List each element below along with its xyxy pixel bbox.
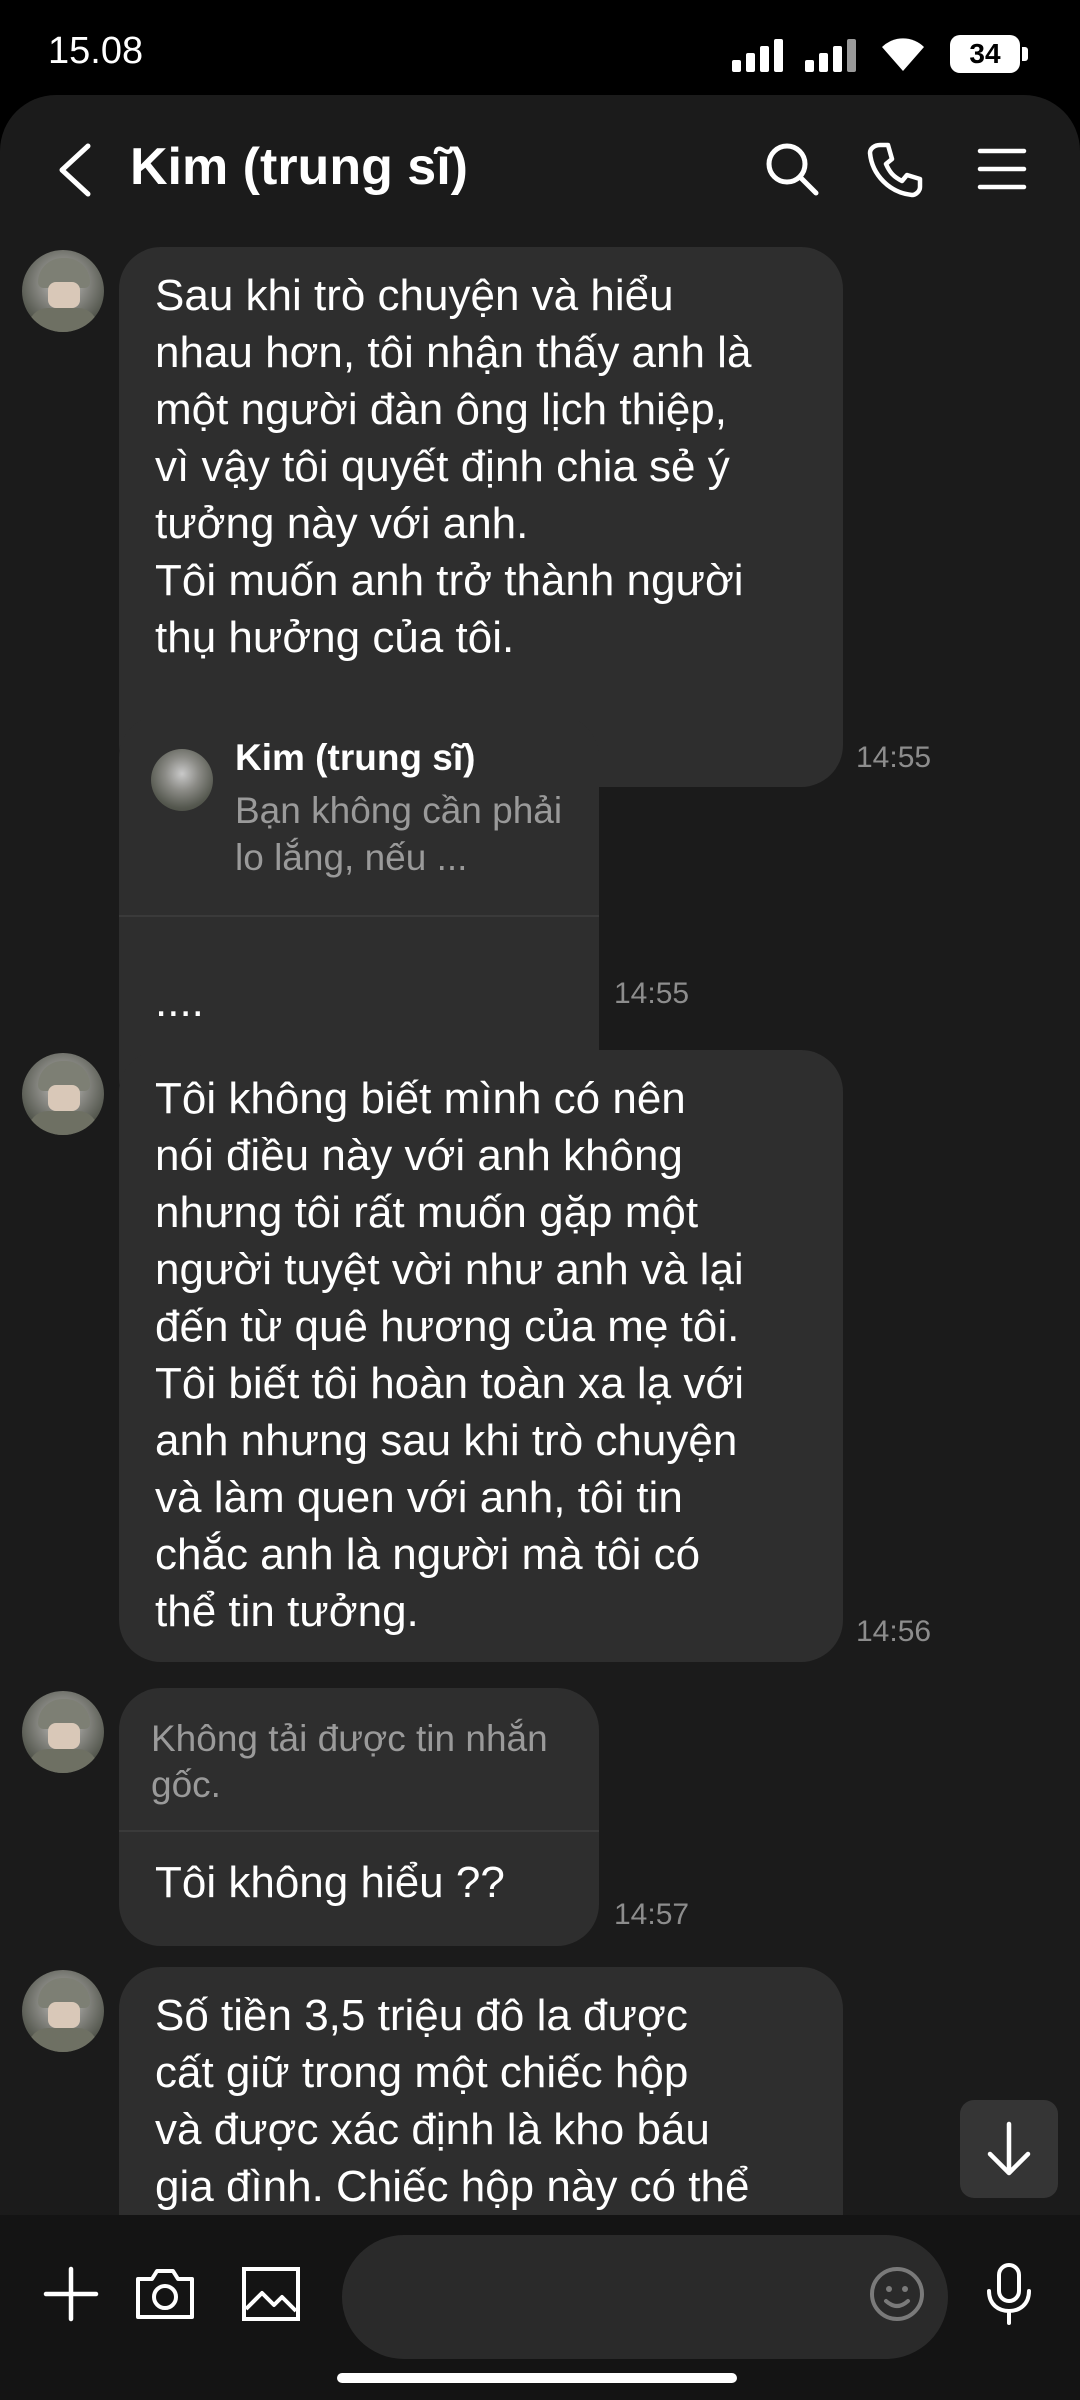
message-text: Sau khi trò chuyện và hiểu nhau hơn, tôi…: [155, 271, 752, 662]
message-text: Tôi không biết mình có nên nói điều này …: [155, 1074, 744, 1636]
message-text: Số tiền 3,5 triệu đô la được cất giữ tro…: [155, 1991, 750, 2211]
message-time: 14:56: [856, 1615, 932, 1648]
quote-sender-name: Kim (trung sĩ): [235, 737, 476, 778]
gallery-button[interactable]: [236, 2259, 306, 2329]
message-time: 14:57: [614, 1898, 690, 1931]
status-icons: 34: [732, 30, 1028, 78]
reply-bubble[interactable]: Không tải được tin nhắn gốc. Tôi không h…: [119, 1688, 599, 1946]
message-time: 14:55: [614, 977, 690, 1010]
home-indicator[interactable]: [337, 2373, 737, 2383]
back-button[interactable]: [50, 140, 100, 200]
plus-icon: [43, 2266, 99, 2322]
emoji-button[interactable]: [862, 2259, 932, 2329]
voice-button[interactable]: [974, 2259, 1044, 2329]
menu-icon: [977, 148, 1027, 190]
message-text: ....: [155, 977, 204, 1026]
quote-avatar: [151, 749, 213, 811]
sender-avatar[interactable]: [22, 1053, 104, 1135]
battery-icon: 34: [950, 35, 1028, 73]
arrow-down-icon: [987, 2121, 1031, 2176]
back-icon: [59, 143, 91, 197]
status-bar: 15.08 34: [0, 0, 1080, 100]
notice-text: Không tải được tin nhắn gốc.: [151, 1718, 548, 1805]
menu-button[interactable]: [970, 137, 1034, 201]
sender-avatar[interactable]: [22, 1691, 104, 1773]
message-bubble[interactable]: Tôi không biết mình có nên nói điều này …: [119, 1050, 843, 1662]
emoji-icon: [870, 2267, 924, 2321]
battery-level: 34: [969, 38, 1001, 69]
message-time: 14:55: [856, 741, 932, 774]
phone-icon: [867, 142, 923, 198]
search-button[interactable]: [760, 137, 824, 201]
quote-preview: Bạn không cần phải lo lắng, nếu ...: [235, 790, 563, 878]
microphone-icon: [987, 2263, 1031, 2325]
chat-panel: Kim (trung sĩ) Sau khi trò chuyện và hiể…: [0, 95, 1080, 2400]
signal-1-icon: [732, 36, 783, 72]
chat-header: Kim (trung sĩ): [0, 95, 1080, 245]
sender-avatar[interactable]: [22, 1970, 104, 2052]
status-time: 15.08: [48, 30, 144, 72]
chat-title[interactable]: Kim (trung sĩ): [130, 137, 468, 197]
message-input[interactable]: [342, 2235, 948, 2359]
camera-button[interactable]: [130, 2259, 200, 2329]
camera-icon: [136, 2269, 194, 2319]
scroll-to-bottom-button[interactable]: [960, 2100, 1058, 2198]
failed-original-notice: Không tải được tin nhắn gốc.: [119, 1688, 599, 1832]
call-button[interactable]: [864, 137, 928, 201]
wifi-icon: [878, 35, 928, 73]
image-icon: [242, 2267, 300, 2321]
search-icon: [766, 143, 819, 196]
message-bubble[interactable]: Sau khi trò chuyện và hiểu nhau hơn, tôi…: [119, 247, 843, 787]
sender-avatar[interactable]: [22, 250, 104, 332]
quoted-message[interactable]: Kim (trung sĩ) Bạn không cần phải lo lắn…: [119, 715, 599, 917]
signal-2-icon: [805, 36, 856, 72]
add-button[interactable]: [36, 2259, 106, 2329]
message-text: Tôi không hiểu ??: [155, 1858, 505, 1907]
